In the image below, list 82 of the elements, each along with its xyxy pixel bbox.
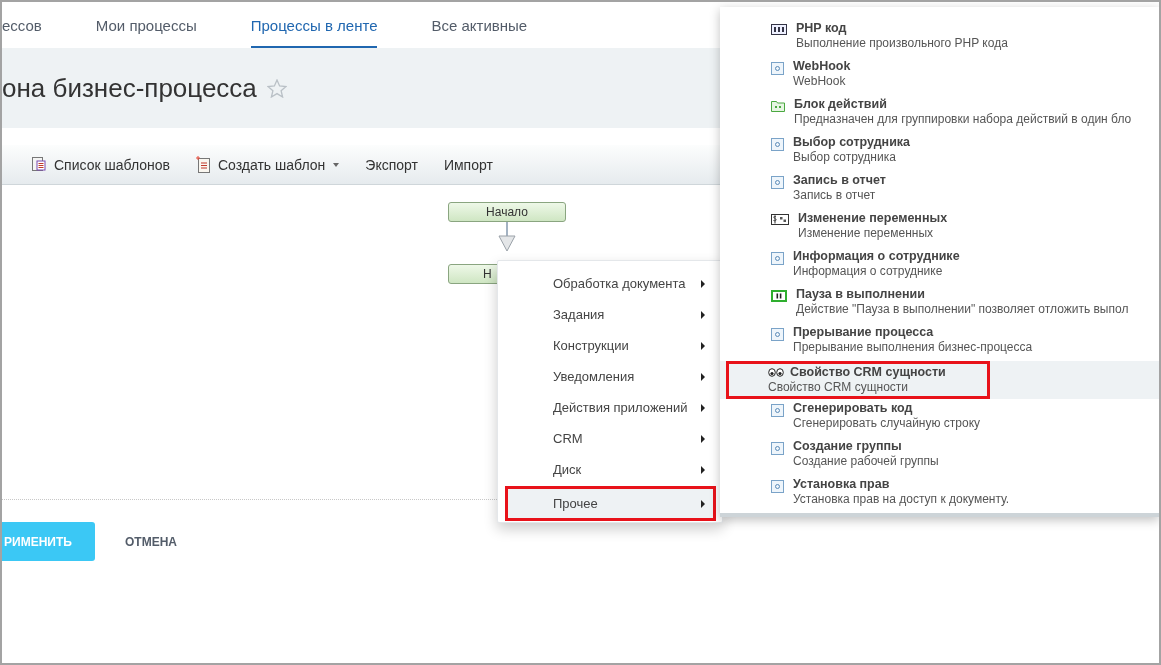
submenu-arrow-icon xyxy=(701,465,705,474)
folder-icon xyxy=(771,100,785,112)
submenu-item[interactable]: Сгенерировать код Сгенерировать случайную строку xyxy=(720,399,1159,437)
activity-icon xyxy=(771,176,784,189)
menu-item[interactable]: Прочее xyxy=(506,487,715,520)
diagram-node[interactable]: Начало xyxy=(448,202,566,222)
submenu-arrow-icon xyxy=(701,403,705,412)
submenu-item[interactable]: Установка прав Установка прав на доступ к документу. xyxy=(720,475,1159,513)
menu-item[interactable]: CRM xyxy=(506,423,715,454)
item-title: PHP код xyxy=(796,21,848,35)
cancel-button[interactable]: ОТМЕНА xyxy=(125,530,177,553)
activity-icon xyxy=(771,62,784,75)
submenu-arrow-icon xyxy=(701,372,705,381)
connector-arrow xyxy=(498,222,516,252)
activity-icon xyxy=(771,480,784,493)
nav-tab[interactable]: Мои процессы xyxy=(95,2,197,48)
item-description: Установка прав на доступ к документу. xyxy=(793,492,1010,506)
submenu-arrow-icon xyxy=(701,499,705,508)
item-title: Запись в отчет xyxy=(793,173,886,187)
item-description: Сгенерировать случайную строку xyxy=(793,416,981,430)
submenu-item[interactable]: Создание группы Создание рабочей группы xyxy=(720,437,1159,475)
activity-icon xyxy=(771,138,784,151)
item-title: Сгенерировать код xyxy=(793,401,914,415)
menu-item[interactable]: Задания xyxy=(506,299,715,330)
php-icon xyxy=(771,24,787,35)
item-description: Запись в отчет xyxy=(793,188,877,202)
submenu-arrow-icon xyxy=(701,310,705,319)
toolbar-button[interactable]: Импорт xyxy=(443,156,493,173)
submenu-arrow-icon xyxy=(701,341,705,350)
item-title: Свойство CRM сущности xyxy=(790,365,946,379)
submenu-item[interactable]: Прерывание процесса Прерывание выполнения бизнес-процесса xyxy=(720,323,1159,361)
item-description: Действие "Пауза в выполнении" позволяет отложить выпол xyxy=(796,302,1129,316)
menu-item[interactable]: Уведомления xyxy=(506,361,715,392)
item-title: Блок действий xyxy=(794,97,888,111)
variables-icon xyxy=(771,214,789,225)
activity-icon xyxy=(771,404,784,417)
item-title: WebHook xyxy=(793,59,851,73)
item-title: Пауза в выполнении xyxy=(796,287,926,301)
toolbar-button[interactable]: Список шаблонов xyxy=(32,156,170,173)
item-description: Выбор сотрудника xyxy=(793,150,897,164)
submenu-item[interactable]: Свойство CRM сущности Свойство CRM сущности xyxy=(720,361,1159,399)
submenu-item[interactable]: Изменение переменных Изменение переменных xyxy=(720,209,1159,247)
pause-icon xyxy=(771,290,787,302)
submenu-item[interactable]: Выбор сотрудника Выбор сотрудника xyxy=(720,133,1159,171)
item-title: Выбор сотрудника xyxy=(793,135,911,149)
submenu-arrow-icon xyxy=(701,434,705,443)
list-icon xyxy=(32,157,46,172)
item-description: Создание рабочей группы xyxy=(793,454,939,468)
activity-icon xyxy=(771,252,784,265)
submenu-item[interactable]: WebHook WebHook xyxy=(720,57,1159,95)
submenu-item[interactable]: Запись в отчет Запись в отчет xyxy=(720,171,1159,209)
activity-icon xyxy=(771,328,784,341)
menu-item[interactable]: Конструкции xyxy=(506,330,715,361)
item-title: Создание группы xyxy=(793,439,903,453)
eyes-icon xyxy=(768,368,784,377)
submenu-arrow-icon xyxy=(701,279,705,288)
nav-tab[interactable]: Все активные xyxy=(431,2,528,48)
item-description: Изменение переменных xyxy=(798,226,934,240)
item-title: Информация о сотруднике xyxy=(793,249,960,263)
item-description: Прерывание выполнения бизнес-процесса xyxy=(793,340,1033,354)
item-description: Выполнение произвольного PHP кода xyxy=(796,36,1008,50)
item-title: Прерывание процесса xyxy=(793,325,935,339)
item-description: Предназначен для группировки набора действий в один бло xyxy=(794,112,1132,126)
item-description: WebHook xyxy=(793,74,847,88)
submenu-item[interactable]: PHP код Выполнение произвольного PHP кода xyxy=(720,19,1159,57)
item-description: Свойство CRM сущности xyxy=(768,380,910,394)
submenu-item[interactable]: Блок действий Предназначен для группировки набора действий в один бло xyxy=(720,95,1159,133)
toolbar-button[interactable]: Создать шаблон xyxy=(195,156,340,173)
item-title: Изменение переменных xyxy=(798,211,948,225)
menu-item[interactable]: Действия приложений xyxy=(506,392,715,423)
activity-icon xyxy=(771,442,784,455)
menu-item[interactable]: Диск xyxy=(506,454,715,485)
item-title: Установка прав xyxy=(793,477,891,491)
submenu-item[interactable]: Информация о сотруднике Информация о сотруднике xyxy=(720,247,1159,285)
new-document-icon xyxy=(195,156,210,173)
star-icon[interactable] xyxy=(266,78,287,98)
submenu-item[interactable]: Пауза в выполнении Действие "Пауза в выполнении" позволяет отложить выпол xyxy=(720,285,1159,323)
toolbar-button[interactable]: Экспорт xyxy=(365,156,418,173)
menu-item[interactable]: Обработка документа xyxy=(506,268,715,299)
page-title: она бизнес-процесса xyxy=(2,72,257,104)
item-description: Информация о сотруднике xyxy=(793,264,944,278)
nav-tab[interactable]: ессов xyxy=(2,2,42,48)
